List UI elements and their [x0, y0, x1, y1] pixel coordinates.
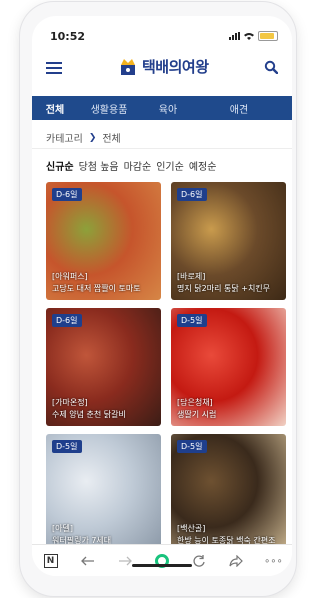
tab-household[interactable]: 생활용품	[78, 101, 140, 116]
menu-icon[interactable]	[46, 62, 62, 74]
tab-pets[interactable]: 애견	[196, 101, 282, 116]
signal-icon	[229, 32, 240, 40]
sort-upcoming[interactable]: 예정순	[189, 158, 217, 173]
battery-icon	[258, 31, 278, 41]
tab-parenting[interactable]: 육아	[140, 101, 196, 116]
sort-deadline[interactable]: 마감순	[124, 158, 152, 173]
wifi-icon	[244, 33, 254, 40]
naver-icon[interactable]: N	[41, 551, 61, 571]
product-category: [아워퍼스]	[52, 272, 88, 281]
sort-win-rate[interactable]: 당첨 높음	[79, 158, 119, 173]
home-indicator	[132, 564, 192, 567]
sort-popular[interactable]: 인기순	[156, 158, 184, 173]
product-card[interactable]: D-6일 [바로제] 명지 닭2마리 통닭 +치킨무	[171, 182, 286, 300]
product-title: 고당도 대저 짭짤이 토마토	[52, 284, 141, 293]
deadline-badge: D-6일	[52, 188, 82, 201]
app-logo[interactable]: 택배의여왕	[118, 56, 209, 77]
product-category: [가마온정]	[52, 398, 88, 407]
chevron-right-icon: ❯	[88, 132, 97, 143]
search-icon[interactable]	[264, 60, 278, 74]
product-title: 생딸기 시럽	[177, 410, 217, 419]
product-category: [아델]	[52, 524, 73, 533]
refresh-icon[interactable]	[189, 551, 209, 571]
share-icon[interactable]	[226, 551, 246, 571]
product-card[interactable]: D-5일 [담은청채] 생딸기 시럽	[171, 308, 286, 426]
breadcrumb-current: 전체	[102, 134, 121, 145]
deadline-badge: D-6일	[177, 188, 207, 201]
product-card[interactable]: D-6일 [아워퍼스] 고당도 대저 짭짤이 토마토	[46, 182, 161, 300]
sort-newest[interactable]: 신규순	[46, 158, 74, 173]
status-time: 10:52	[50, 30, 86, 43]
forward-icon[interactable]	[115, 551, 135, 571]
app-header: 택배의여왕	[32, 52, 292, 82]
deadline-badge: D-6일	[52, 314, 82, 327]
category-tabs: 전체 생활용품 육아 애견	[32, 96, 292, 120]
product-category: [백산골]	[177, 524, 206, 533]
breadcrumb: 카테고리 ❯ 전체	[46, 130, 121, 146]
breadcrumb-root[interactable]: 카테고리	[46, 130, 83, 145]
deadline-badge: D-5일	[177, 440, 207, 453]
browser-toolbar: N ∘∘∘	[32, 544, 292, 576]
product-category: [바로제]	[177, 272, 206, 281]
deadline-badge: D-5일	[177, 314, 207, 327]
back-icon[interactable]	[78, 551, 98, 571]
deadline-badge: D-5일	[52, 440, 82, 453]
product-category: [담은청채]	[177, 398, 213, 407]
status-icons	[229, 31, 278, 41]
app-screen: 10:52 택배의여왕 전체 생활용품 육아 애견 카테고리 ❯ 전체 신규순 …	[32, 16, 292, 576]
logo-icon	[121, 58, 135, 75]
product-card[interactable]: D-5일 [백산골] 한방 능이 토종닭 백숙 간편조	[171, 434, 286, 552]
tab-all[interactable]: 전체	[32, 101, 78, 116]
divider	[32, 148, 292, 149]
sort-options: 신규순 당첨 높음 마감순 인기순 예정순	[46, 158, 216, 173]
product-card[interactable]: D-6일 [가마온정] 수제 양념 춘천 닭갈비	[46, 308, 161, 426]
app-title: 택배의여왕	[142, 58, 209, 76]
product-title: 수제 양념 춘천 닭갈비	[52, 410, 126, 419]
more-icon[interactable]: ∘∘∘	[263, 551, 283, 571]
home-icon[interactable]	[152, 551, 172, 571]
status-bar: 10:52	[32, 28, 292, 48]
product-card[interactable]: D-5일 [아델] 워터필링가 7세대	[46, 434, 161, 552]
product-title: 명지 닭2마리 통닭 +치킨무	[177, 284, 271, 293]
